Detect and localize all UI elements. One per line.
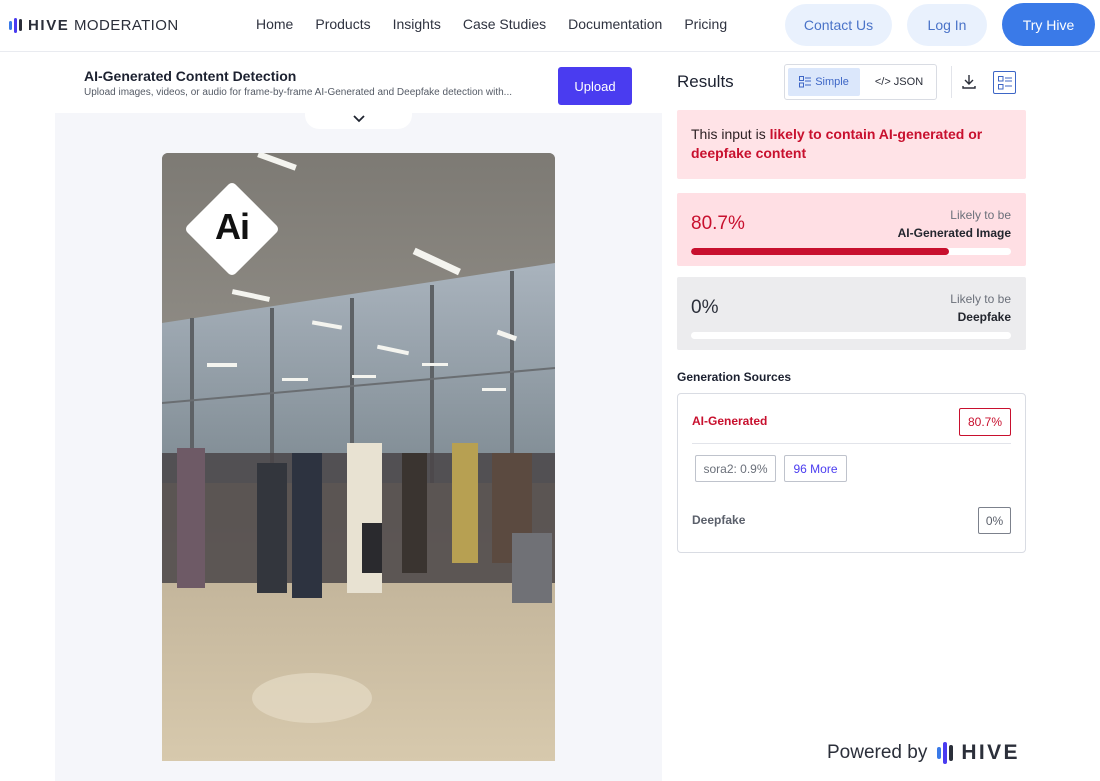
list-details-icon: [997, 75, 1012, 89]
view-simple-button[interactable]: Simple: [788, 68, 860, 96]
ai-score-label: Likely to be AI-Generated Image: [898, 206, 1011, 242]
nav-link-products[interactable]: Products: [315, 16, 370, 32]
results-title: Results: [677, 72, 734, 91]
ai-badge-text: Ai: [215, 206, 250, 247]
powered-by-brand: HIVE: [961, 741, 1020, 764]
collapse-toggle[interactable]: [305, 109, 412, 129]
df-score-label-main: Deepfake: [957, 310, 1011, 324]
logo-light-text: MODERATION: [74, 16, 179, 34]
nav-link-pricing[interactable]: Pricing: [684, 16, 727, 32]
source-deepfake-label: Deepfake: [692, 513, 746, 527]
verdict-banner: This input is likely to contain AI-gener…: [677, 110, 1026, 179]
download-icon[interactable]: [960, 72, 978, 90]
top-nav: HIVE MODERATION Home Products Insights C…: [0, 0, 1100, 52]
upload-button[interactable]: Upload: [558, 67, 632, 105]
nav-link-documentation[interactable]: Documentation: [568, 16, 662, 32]
df-score-bar: [691, 332, 1011, 339]
df-score-label-top: Likely to be: [950, 292, 1011, 306]
powered-by-text: Powered by: [827, 742, 928, 763]
detection-subtitle: Upload images, videos, or audio for fram…: [84, 87, 513, 98]
df-score-value: 0%: [691, 297, 719, 318]
hive-moderation-logo[interactable]: HIVE MODERATION: [9, 14, 179, 36]
verdict-prefix: This input is: [691, 126, 770, 142]
ai-score-bar-fill: [691, 248, 950, 255]
try-hive-button[interactable]: Try Hive: [1002, 3, 1095, 46]
log-in-button[interactable]: Log In: [907, 4, 987, 46]
source-ai-generated-label: AI-Generated: [692, 414, 768, 428]
sources-divider: [692, 443, 1011, 444]
ai-score-bar: [691, 248, 1011, 255]
hive-logo-icon: [9, 17, 22, 33]
nav-link-insights[interactable]: Insights: [393, 16, 441, 32]
nav-link-home[interactable]: Home: [256, 16, 293, 32]
nav-links: Home Products Insights Case Studies Docu…: [256, 16, 727, 32]
toolbar-divider: [951, 66, 952, 98]
chevron-down-icon: [352, 115, 365, 123]
nav-link-case-studies[interactable]: Case Studies: [463, 16, 546, 32]
source-ai-generated-badge: 80.7%: [959, 408, 1011, 436]
contact-us-button[interactable]: Contact Us: [785, 4, 892, 46]
ai-generated-score-card: 80.7% Likely to be AI-Generated Image: [677, 193, 1026, 266]
details-view-button[interactable]: [993, 71, 1016, 94]
list-view-icon: [799, 76, 812, 88]
view-simple-label: Simple: [815, 76, 849, 88]
hive-logo-icon: [937, 742, 954, 764]
powered-by-hive[interactable]: Powered by HIVE: [827, 741, 1020, 765]
source-chip-sora2: sora2: 0.9%: [695, 455, 776, 482]
df-score-label: Likely to be Deepfake: [950, 290, 1011, 326]
ai-score-label-top: Likely to be: [950, 208, 1011, 222]
ai-score-value: 80.7%: [691, 213, 745, 234]
more-sources-button[interactable]: 96 More: [784, 455, 847, 482]
source-deepfake-badge: 0%: [978, 507, 1011, 534]
generation-sources-title: Generation Sources: [677, 370, 792, 384]
logo-strong-text: HIVE: [28, 16, 70, 34]
ai-score-label-main: AI-Generated Image: [897, 226, 1011, 240]
detection-title: AI-Generated Content Detection: [84, 68, 297, 84]
view-json-button[interactable]: </> JSON: [866, 68, 932, 96]
deepfake-score-card: 0% Likely to be Deepfake: [677, 277, 1026, 350]
